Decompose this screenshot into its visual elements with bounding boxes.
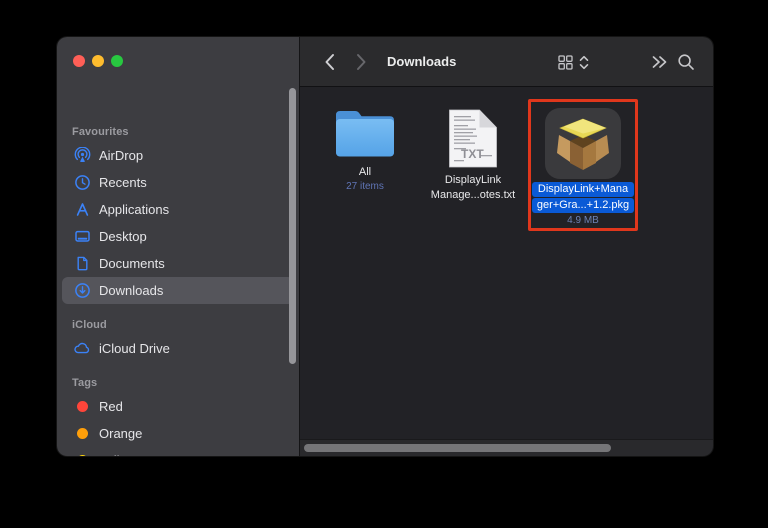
sidebar-section-tags: Tags — [72, 377, 97, 389]
clock-icon — [72, 174, 92, 191]
file-browser-content: All 27 items — [300, 87, 713, 456]
sidebar-item-label: AirDrop — [99, 148, 143, 163]
sidebar-item-icloud-drive[interactable]: iCloud Drive — [62, 335, 294, 362]
sidebar-icloud-list: iCloud Drive — [57, 335, 299, 362]
sidebar-item-label: Desktop — [99, 229, 147, 244]
file-name-line2: ger+Gra...+1.2.pkg — [532, 198, 634, 213]
horizontal-scrollbar-thumb[interactable] — [304, 444, 611, 452]
desktop-icon — [72, 228, 92, 245]
sidebar-item-label: Red — [99, 399, 123, 414]
sidebar-favourites-list: AirDrop Recents Applications — [57, 142, 299, 304]
sidebar-item-label: Downloads — [99, 283, 163, 298]
chevron-left-icon — [324, 53, 335, 71]
up-down-chevrons-icon — [579, 55, 589, 70]
sidebar-item-applications[interactable]: Applications — [62, 196, 294, 223]
document-icon — [72, 255, 92, 272]
sidebar-item-downloads[interactable]: Downloads — [62, 277, 294, 304]
search-button[interactable] — [672, 37, 700, 87]
file-name-line1: DisplayLink — [445, 173, 501, 188]
red-annotation-box: DisplayLink+Mana ger+Gra...+1.2.pkg 4.9 … — [528, 99, 638, 231]
zoom-button[interactable] — [111, 55, 123, 67]
file-item-displaylink-notes-txt[interactable]: TXT DisplayLink Manage...otes.txt — [418, 108, 528, 203]
sidebar-item-label: Documents — [99, 256, 165, 271]
close-button[interactable] — [73, 55, 85, 67]
sidebar-item-label: iCloud Drive — [99, 341, 170, 356]
minimize-button[interactable] — [92, 55, 104, 67]
file-item-all-folder[interactable]: All 27 items — [310, 106, 420, 192]
file-name: All — [359, 165, 371, 180]
magnifier-icon — [677, 53, 695, 71]
sidebar-item-label: Recents — [99, 175, 147, 190]
sidebar: Favourites AirDrop — [57, 37, 299, 456]
chevron-right-icon — [356, 53, 367, 71]
file-name-line2: Manage...otes.txt — [431, 188, 515, 203]
main-pane: Downloads — [300, 37, 713, 456]
sidebar-item-recents[interactable]: Recents — [62, 169, 294, 196]
red-tag-dot-icon — [72, 401, 92, 412]
sidebar-tags-list: Red Orange Yellow Green — [57, 393, 299, 456]
sidebar-section-favourites: Favourites — [72, 126, 129, 138]
sidebar-item-desktop[interactable]: Desktop — [62, 223, 294, 250]
sidebar-item-tag-yellow[interactable]: Yellow — [62, 447, 294, 456]
toolbar-overflow-button[interactable] — [646, 37, 672, 87]
sidebar-item-documents[interactable]: Documents — [62, 250, 294, 277]
sidebar-section-icloud: iCloud — [72, 319, 107, 331]
download-circle-icon — [72, 282, 92, 299]
sidebar-item-label: Applications — [99, 202, 169, 217]
file-size: 4.9 MB — [567, 215, 599, 226]
window-title: Downloads — [387, 37, 456, 87]
sidebar-item-airdrop[interactable]: AirDrop — [62, 142, 294, 169]
orange-tag-dot-icon — [72, 428, 92, 439]
airdrop-icon — [72, 147, 92, 164]
sidebar-item-tag-orange[interactable]: Orange — [62, 420, 294, 447]
yellow-tag-dot-icon — [72, 455, 92, 456]
grid-view-icon — [558, 55, 573, 70]
sidebar-item-tag-red[interactable]: Red — [62, 393, 294, 420]
horizontal-scrollbar-track[interactable] — [300, 439, 713, 456]
package-icon — [554, 117, 612, 171]
sidebar-item-label: Orange — [99, 426, 142, 441]
file-item-count: 27 items — [346, 181, 384, 192]
finder-window: Favourites AirDrop — [57, 37, 713, 456]
file-name-line1: DisplayLink+Mana — [532, 182, 634, 197]
view-options-button[interactable] — [553, 37, 593, 87]
sidebar-item-label: Yellow — [99, 453, 136, 456]
traffic-lights — [73, 55, 123, 67]
sidebar-scrollbar[interactable] — [289, 88, 296, 364]
back-button[interactable] — [316, 37, 342, 87]
text-file-icon: TXT — [447, 108, 499, 169]
toolbar: Downloads — [300, 37, 713, 87]
cloud-icon — [72, 340, 92, 357]
applications-icon — [72, 201, 92, 218]
folder-icon — [333, 106, 397, 161]
svg-text:TXT: TXT — [461, 147, 484, 161]
double-chevron-right-icon — [651, 55, 668, 69]
file-item-displaylink-pkg[interactable] — [545, 108, 621, 179]
forward-button[interactable] — [348, 37, 374, 87]
